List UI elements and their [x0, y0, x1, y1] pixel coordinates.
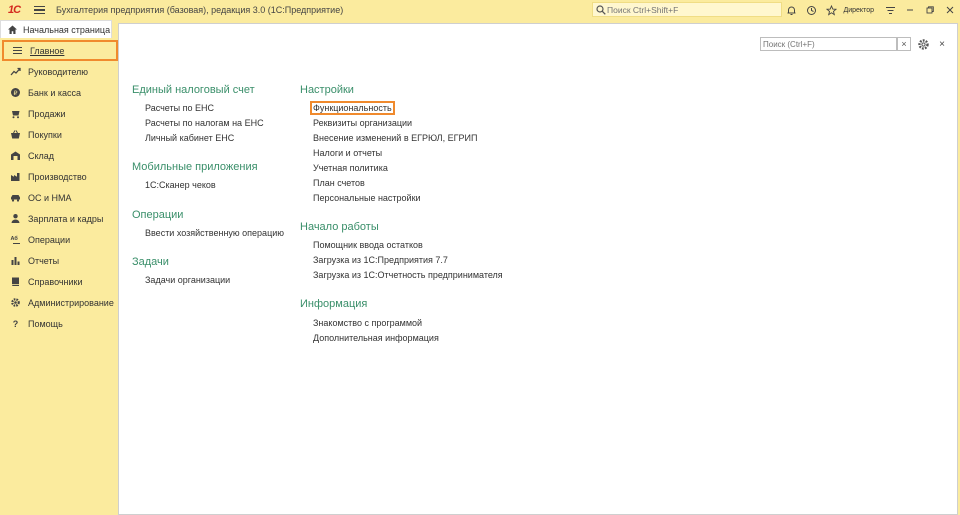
settings-lines-icon[interactable] [880, 0, 900, 20]
sidebar-item-admin[interactable]: Администрирование [0, 292, 118, 313]
section-title-tasks: Задачи [132, 256, 169, 268]
warehouse-icon [9, 150, 21, 162]
sidebar-item-label: Операции [28, 234, 71, 245]
sidebar-item-label: ОС и НМА [28, 192, 72, 203]
star-icon[interactable] [822, 0, 842, 20]
link-egrul-changes[interactable]: Внесение изменений в ЕГРЮЛ, ЕГРИП [313, 133, 477, 143]
page-search[interactable] [760, 37, 897, 51]
menu-lines-icon [11, 45, 23, 57]
sidebar-item-label: Помощь [28, 318, 63, 329]
app-title: Бухгалтерия предприятия (базовая), редак… [56, 5, 344, 15]
restore-icon[interactable] [920, 0, 940, 20]
tab-home-label: Начальная страница [23, 24, 111, 35]
factory-icon [9, 171, 21, 183]
search-clear-button[interactable]: × [897, 37, 911, 51]
trend-icon [9, 66, 21, 78]
app-logo: 1С [0, 0, 28, 20]
coin-icon: ₽ [9, 87, 21, 99]
car-icon [9, 192, 21, 204]
book-icon [9, 276, 21, 288]
question-icon: ? [9, 318, 21, 330]
section-title-information: Информация [300, 298, 368, 310]
basket-icon [9, 129, 21, 141]
tab-home[interactable]: Начальная страница [0, 20, 112, 38]
sidebar-item-warehouse[interactable]: Склад [0, 145, 118, 166]
sidebar-item-catalogs[interactable]: Справочники [0, 271, 118, 292]
sidebar-item-label: Отчеты [28, 255, 60, 266]
global-search[interactable] [592, 2, 782, 17]
link-personal-settings[interactable]: Персональные настройки [313, 193, 421, 203]
svg-text:?: ? [12, 319, 18, 329]
close-window-icon[interactable] [940, 0, 960, 20]
link-enter-operation[interactable]: Ввести хозяйственную операцию [145, 228, 284, 238]
bell-icon[interactable] [782, 0, 802, 20]
svg-text:Аб: Аб [10, 235, 18, 242]
main-panel: × × Единый налоговый счет Расчеты по ЕНС… [118, 23, 958, 515]
link-accounting-policy[interactable]: Учетная политика [313, 163, 388, 173]
link-import-77[interactable]: Загрузка из 1С:Предприятия 7.7 [313, 255, 448, 265]
gear-icon [9, 297, 21, 309]
search-icon [595, 4, 607, 16]
sidebar-item-label: Покупки [28, 129, 62, 140]
main-menu-icon[interactable] [28, 0, 50, 20]
section-title-operations: Операции [132, 209, 184, 221]
link-ens-settlements[interactable]: Расчеты по ЕНС [145, 103, 214, 113]
link-org-tasks[interactable]: Задачи организации [145, 275, 230, 285]
settings-gear-icon[interactable] [915, 36, 931, 52]
sidebar-item-label: Справочники [28, 276, 83, 287]
sidebar-item-main[interactable]: Главное [2, 40, 118, 61]
sidebar-item-fixed-assets[interactable]: ОС и НМА [0, 187, 118, 208]
title-bar: 1С Бухгалтерия предприятия (базовая), ре… [0, 0, 960, 20]
link-additional-info[interactable]: Дополнительная информация [313, 333, 439, 343]
titlebar-tools: Директор [782, 0, 960, 20]
person-icon [9, 213, 21, 225]
sidebar-item-label: Банк и касса [28, 87, 81, 98]
sidebar-item-label: Склад [28, 150, 55, 161]
page-search-input[interactable] [761, 38, 896, 50]
operations-icon: Аб [9, 234, 21, 246]
cart-icon [9, 108, 21, 120]
sidebar-item-reports[interactable]: Отчеты [0, 250, 118, 271]
sidebar-item-label: Администрирование [28, 297, 114, 308]
link-receipt-scanner[interactable]: 1С:Сканер чеков [145, 180, 216, 190]
sidebar-item-purchases[interactable]: Покупки [0, 124, 118, 145]
history-icon[interactable] [802, 0, 822, 20]
link-balance-wizard[interactable]: Помощник ввода остатков [313, 240, 423, 250]
sidebar-item-label: Зарплата и кадры [28, 213, 104, 224]
chart-icon [9, 255, 21, 267]
section-title-ens: Единый налоговый счет [132, 84, 255, 96]
link-intro[interactable]: Знакомство с программой [313, 318, 422, 328]
sidebar-item-help[interactable]: ? Помощь [0, 313, 118, 334]
sidebar-item-label: Продажи [28, 108, 66, 119]
home-icon [6, 24, 18, 36]
svg-text:₽: ₽ [13, 90, 17, 97]
sidebar-item-sales[interactable]: Продажи [0, 103, 118, 124]
sidebar-item-label: Производство [28, 171, 87, 182]
current-user[interactable]: Директор [844, 7, 875, 14]
global-search-input[interactable] [607, 4, 777, 15]
sidebar-item-production[interactable]: Производство [0, 166, 118, 187]
section-title-mobile: Мобильные приложения [132, 161, 258, 173]
link-ens-cabinet[interactable]: Личный кабинет ЕНС [145, 133, 234, 143]
link-chart-of-accounts[interactable]: План счетов [313, 178, 365, 188]
link-import-entrepreneur[interactable]: Загрузка из 1С:Отчетность предпринимател… [313, 270, 503, 280]
sidebar-item-salary[interactable]: Зарплата и кадры [0, 208, 118, 229]
link-org-details[interactable]: Реквизиты организации [313, 118, 412, 128]
sidebar-item-bank[interactable]: ₽ Банк и касса [0, 82, 118, 103]
logo-text: 1С [7, 4, 21, 16]
sidebar-item-label: Руководителю [28, 66, 89, 77]
link-functionality[interactable]: Функциональность [310, 101, 395, 115]
sidebar-item-operations[interactable]: Аб Операции [0, 229, 118, 250]
section-title-settings: Настройки [300, 84, 354, 96]
section-title-getting-started: Начало работы [300, 221, 379, 233]
link-ens-tax-settlements[interactable]: Расчеты по налогам на ЕНС [145, 118, 264, 128]
minimize-icon[interactable] [900, 0, 920, 20]
link-taxes-reports[interactable]: Налоги и отчеты [313, 148, 382, 158]
sidebar: Главное Руководителю ₽ Банк и касса Прод… [0, 38, 118, 515]
sidebar-item-label: Главное [30, 45, 65, 56]
sidebar-item-manager[interactable]: Руководителю [0, 61, 118, 82]
close-panel-button[interactable]: × [935, 36, 949, 52]
